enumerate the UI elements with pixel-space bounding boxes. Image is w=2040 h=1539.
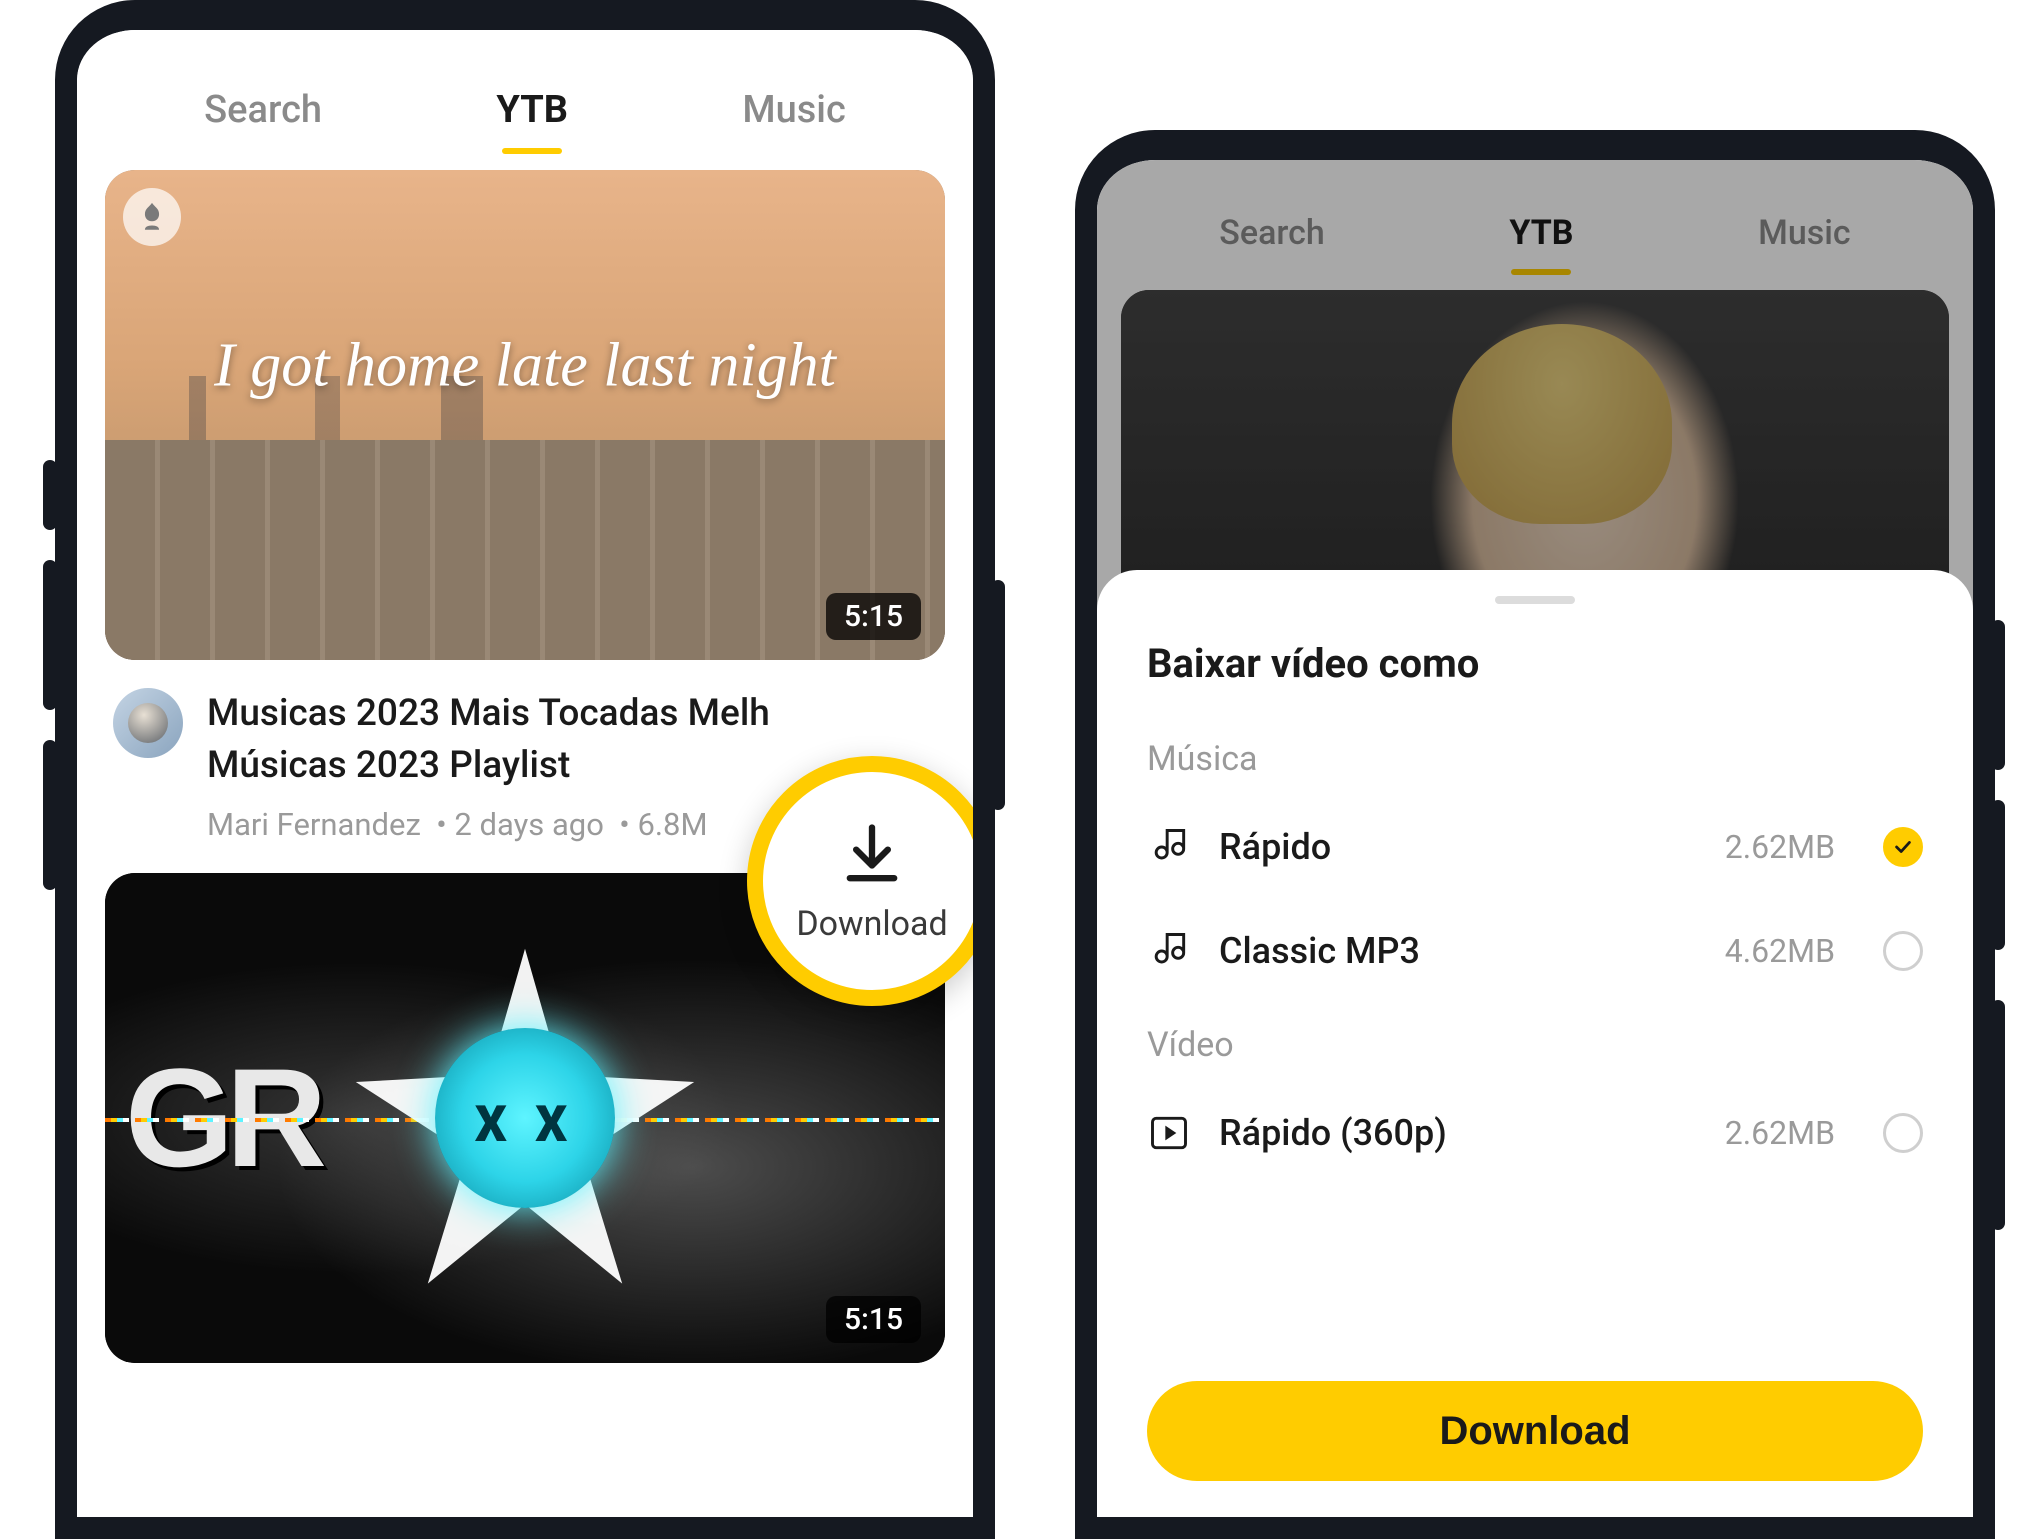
video-thumbnail-1[interactable]: I got home late last night 5:15 (105, 170, 945, 660)
option-classic-mp3[interactable]: Classic MP3 4.62MB (1147, 899, 1923, 1003)
tab-search[interactable]: Search (184, 78, 342, 142)
posted-time: 2 days ago (454, 806, 604, 843)
sheet-title: Baixar vídeo como (1147, 640, 1923, 687)
section-music-label: Música (1147, 739, 1923, 779)
tab-ytb[interactable]: YTB (476, 78, 588, 142)
radio-unselected[interactable] (1883, 1113, 1923, 1153)
tab-music[interactable]: Music (722, 78, 865, 142)
channel-avatar[interactable] (113, 688, 183, 758)
option-label: Rápido (360p) (1219, 1112, 1697, 1154)
phone-mockup-2: Search YTB Music Baixar vídeo como Músic… (1075, 130, 1995, 1539)
video-play-icon (1147, 1111, 1191, 1155)
tab-bar: Search YTB Music (1097, 160, 1973, 290)
video-title-line2: Músicas 2023 Playlist (207, 744, 570, 787)
video-title-line1: Musicas 2023 Mais Tocadas Melh (207, 692, 770, 735)
source-badge-icon (123, 188, 181, 246)
download-options-sheet: Baixar vídeo como Música Rápido 2.62MB C… (1097, 570, 1973, 1517)
check-icon (1892, 836, 1914, 858)
duration-badge: 5:15 (826, 593, 921, 640)
view-count: 6.8M (637, 806, 707, 843)
download-label: Download (796, 904, 947, 944)
download-icon (834, 818, 910, 894)
phone-mockup-1: Search YTB Music I got home late last ni… (55, 0, 995, 1539)
radio-selected[interactable] (1883, 827, 1923, 867)
tab-search[interactable]: Search (1199, 203, 1344, 263)
radio-unselected[interactable] (1883, 931, 1923, 971)
tab-ytb[interactable]: YTB (1489, 203, 1593, 263)
option-size: 2.62MB (1725, 828, 1835, 866)
option-label: Rápido (1219, 826, 1697, 868)
option-size: 4.62MB (1725, 932, 1835, 970)
option-label: Classic MP3 (1219, 930, 1697, 972)
music-note-icon (1147, 825, 1191, 869)
download-button[interactable]: Download (1147, 1381, 1923, 1481)
music-note-icon (1147, 929, 1191, 973)
tab-bar: Search YTB Music (77, 30, 973, 170)
video-overlay-caption: I got home late last night (147, 331, 903, 402)
channel-name: Mari Fernandez (207, 806, 421, 843)
sheet-drag-handle[interactable] (1495, 596, 1575, 604)
section-video-label: Vídeo (1147, 1025, 1923, 1065)
duration-badge: 5:15 (826, 1296, 921, 1343)
option-rapido-360p[interactable]: Rápido (360p) 2.62MB (1147, 1081, 1923, 1185)
option-rapido[interactable]: Rápido 2.62MB (1147, 795, 1923, 899)
option-size: 2.62MB (1725, 1114, 1835, 1152)
tab-music[interactable]: Music (1738, 203, 1871, 263)
